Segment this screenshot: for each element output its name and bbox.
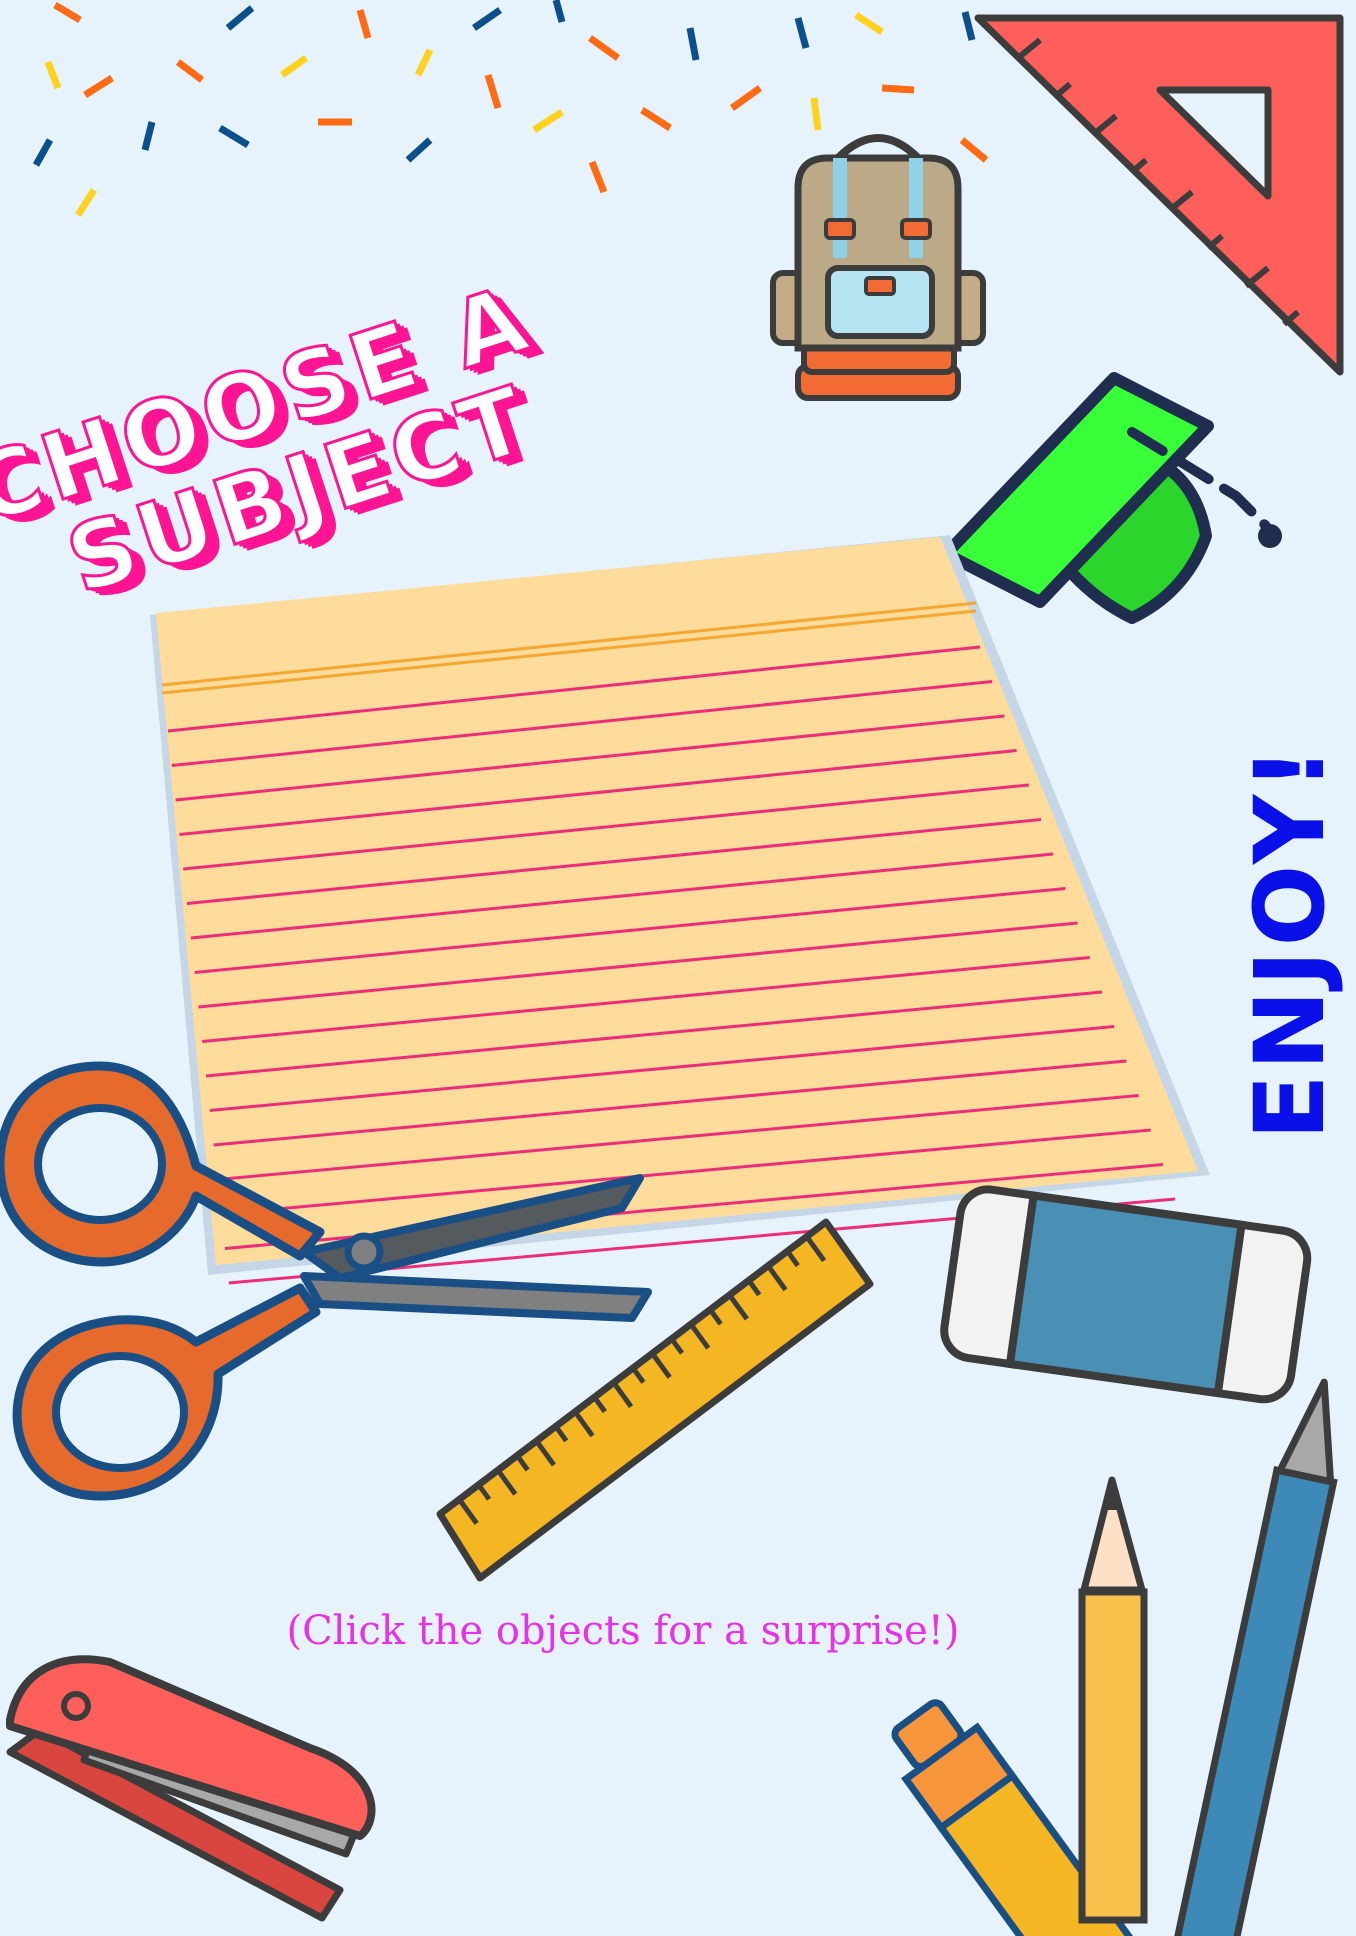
stapler-icon <box>6 1655 376 1922</box>
enjoy-text: ENJOY! <box>1234 742 1346 1140</box>
pencil-icon <box>1172 1378 1338 1936</box>
set-square[interactable] <box>970 10 1350 380</box>
set-square-icon <box>974 14 1344 376</box>
scissors-icon <box>0 1061 652 1501</box>
stapler[interactable] <box>0 1640 390 1922</box>
scissors[interactable] <box>0 1056 660 1501</box>
blue-pencil[interactable] <box>1172 1376 1356 1936</box>
